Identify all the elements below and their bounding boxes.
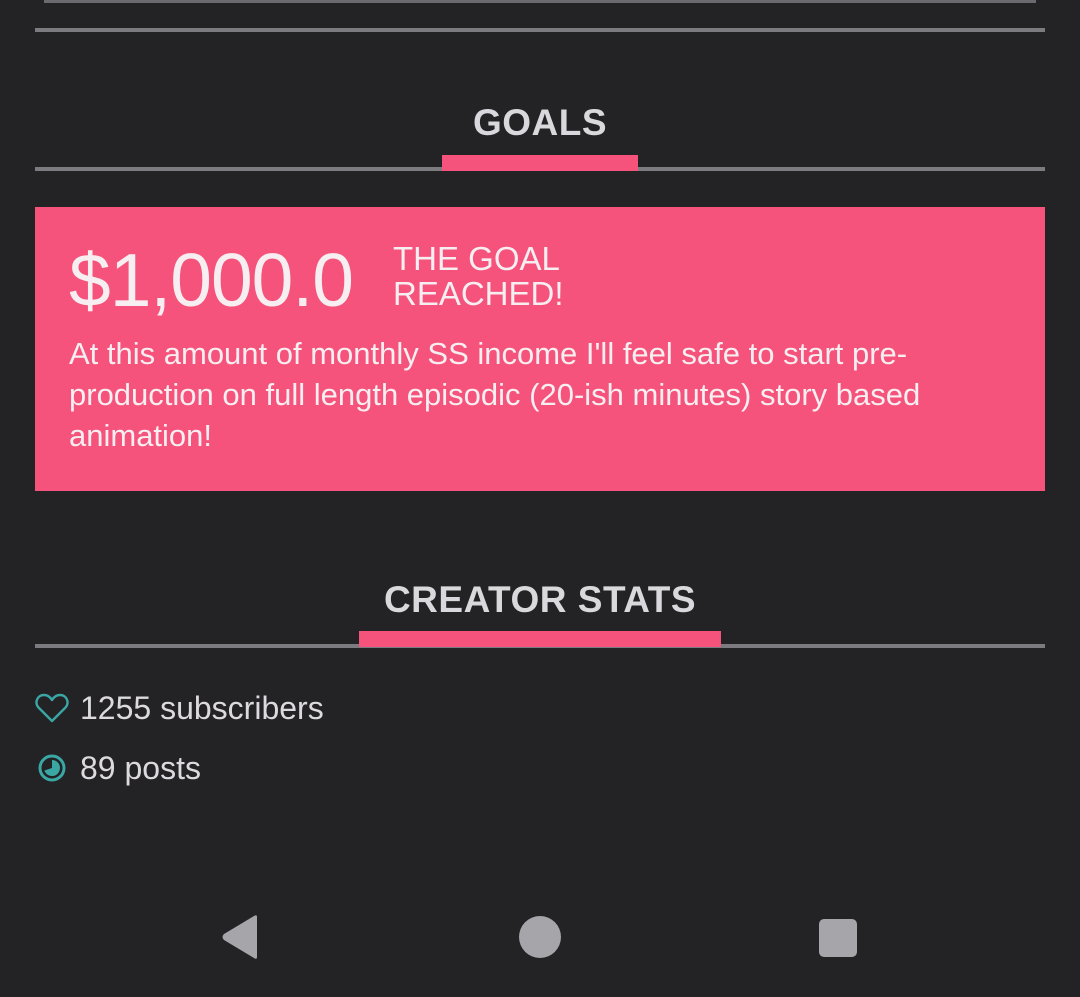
subscribers-count: 1255 subscribers (80, 689, 324, 726)
back-icon (222, 915, 257, 959)
goals-heading-accent (442, 155, 638, 171)
goal-card: $1,000.0 THE GOAL REACHED! At this amoun… (35, 207, 1045, 491)
back-button[interactable] (216, 912, 266, 962)
creator-stats-heading: CREATOR STATS (383, 579, 697, 620)
divider (44, 0, 1036, 3)
creator-stats-heading-accent (359, 631, 721, 647)
page: GOALS $1,000.0 THE GOAL REACHED! At this… (0, 0, 1080, 997)
home-button[interactable] (518, 915, 562, 959)
recents-button[interactable] (818, 918, 858, 958)
goal-description: At this amount of monthly SS income I'll… (69, 336, 921, 453)
posts-count: 89 posts (80, 749, 201, 786)
goal-status: THE GOAL REACHED! (393, 240, 564, 312)
goal-amount: $1,000.0 (69, 238, 354, 322)
posts-icon (35, 751, 69, 785)
divider (35, 28, 1045, 32)
home-icon (519, 916, 561, 958)
stat-subscribers: 1255 subscribers (35, 688, 324, 728)
heart-icon (35, 691, 69, 725)
stat-posts: 89 posts (35, 748, 201, 788)
recents-icon (819, 919, 857, 957)
goals-heading: GOALS (472, 102, 608, 143)
